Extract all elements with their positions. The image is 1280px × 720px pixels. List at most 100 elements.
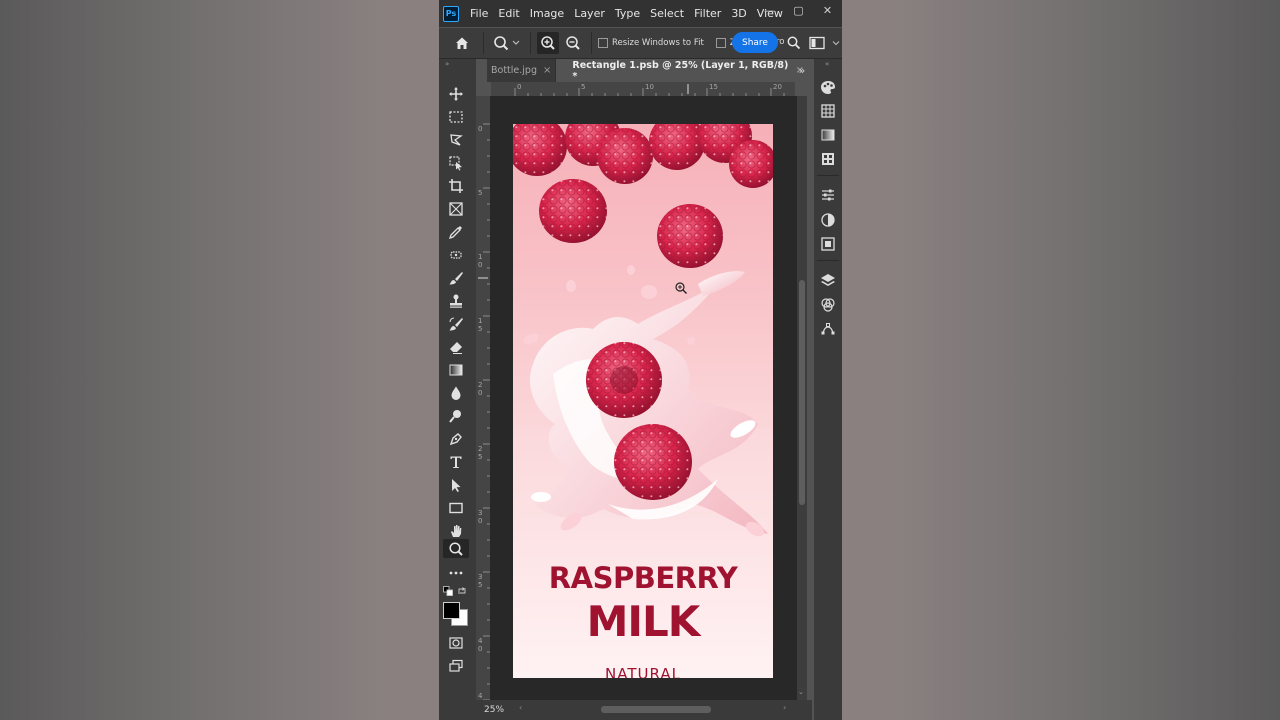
history-brush-tool-icon[interactable] [443, 314, 469, 333]
close-tab-icon[interactable]: × [543, 65, 551, 76]
scroll-right-icon[interactable]: › [783, 703, 786, 712]
product-subtitle: NATURAL [605, 665, 681, 678]
marquee-tool-icon[interactable] [443, 107, 469, 126]
hand-tool-icon[interactable] [443, 521, 469, 540]
brush-tool-icon[interactable] [443, 268, 469, 287]
move-tool-icon[interactable] [443, 84, 469, 103]
vertical-scroll-thumb[interactable] [799, 280, 805, 505]
ruler-label: 3 5 [478, 573, 483, 589]
gradient-tool-icon[interactable] [443, 360, 469, 379]
photoshop-logo: Ps [443, 5, 459, 22]
ruler-label: 10 [645, 83, 654, 91]
tab-bottle[interactable]: Bottle.jpg × [487, 59, 556, 82]
ruler-label: 20 [773, 83, 782, 91]
color-panel-icon[interactable] [819, 78, 837, 96]
gradients-panel-icon[interactable] [819, 126, 837, 144]
menu-image[interactable]: Image [525, 7, 569, 20]
swap-colors-icon[interactable] [457, 586, 467, 596]
restore-button[interactable]: ▢ [784, 0, 813, 20]
resize-windows-option[interactable]: Resize Windows to Fit [598, 38, 704, 48]
channels-panel-icon[interactable] [819, 296, 837, 314]
clone-stamp-tool-icon[interactable] [443, 291, 469, 310]
pen-tool-icon[interactable] [443, 429, 469, 448]
ruler-label: 4 0 [478, 637, 483, 653]
right-panel-dock: « [814, 59, 842, 720]
dodge-tool-icon[interactable] [443, 406, 469, 425]
properties-panel-icon[interactable] [819, 235, 837, 253]
menu-type[interactable]: Type [610, 7, 645, 20]
ruler-label: 3 0 [478, 509, 483, 525]
options-bar: Resize Windows to Fit Zo ro Share [439, 28, 842, 59]
raspberry-cluster [513, 124, 773, 188]
swatches-panel-icon[interactable] [819, 102, 837, 120]
screen-mode-icon[interactable] [443, 656, 469, 675]
menu-edit[interactable]: Edit [493, 7, 524, 20]
scroll-left-icon[interactable]: ‹ [519, 703, 522, 712]
tab-label: Rectangle 1.psb @ 25% (Layer 1, RGB/8) * [572, 59, 789, 82]
adjustments-panel-icon[interactable] [819, 186, 837, 204]
healing-brush-tool-icon[interactable] [443, 245, 469, 264]
search-icon[interactable] [786, 32, 802, 54]
eraser-tool-icon[interactable] [443, 337, 469, 356]
quick-mask-icon[interactable] [443, 633, 469, 652]
frame-tool-icon[interactable] [443, 199, 469, 218]
zoom-tool-preset-icon[interactable] [490, 32, 524, 54]
raspberry [657, 204, 723, 268]
foreground-color-swatch[interactable] [443, 602, 460, 619]
menu-3d[interactable]: 3D [726, 7, 751, 20]
crop-tool-icon[interactable] [443, 176, 469, 195]
tab-label: Bottle.jpg [491, 65, 537, 76]
expand-panels-icon[interactable]: » [792, 59, 812, 82]
minimize-button[interactable]: — [755, 0, 784, 20]
collapse-arrows-icon[interactable]: « [825, 60, 829, 68]
raspberry [586, 342, 662, 418]
collapse-arrows-icon[interactable]: » [445, 60, 449, 68]
product-title-line-2: MILK [586, 597, 701, 646]
rectangle-tool-icon[interactable] [443, 498, 469, 517]
resize-windows-label: Resize Windows to Fit [612, 38, 704, 48]
home-icon[interactable] [447, 32, 477, 54]
ruler-label: 5 [478, 189, 483, 197]
menu-select[interactable]: Select [645, 7, 689, 20]
chevron-down-icon[interactable] [831, 32, 841, 54]
horizontal-scroll-thumb[interactable] [601, 706, 711, 713]
patterns-panel-icon[interactable] [819, 150, 837, 168]
masks-panel-icon[interactable] [819, 211, 837, 229]
ruler-label: 2 5 [478, 445, 483, 461]
zoom-tool-icon[interactable] [443, 539, 469, 558]
blur-tool-icon[interactable] [443, 383, 469, 402]
raspberry [539, 179, 607, 243]
document-canvas[interactable]: RASPBERRY MILK NATURAL [513, 124, 773, 678]
layers-panel-icon[interactable] [819, 271, 837, 289]
menu-layer[interactable]: Layer [569, 7, 610, 20]
scroll-down-icon[interactable]: ⌄ [798, 688, 804, 696]
lasso-tool-icon[interactable] [443, 130, 469, 149]
zoom-in-icon[interactable] [537, 32, 559, 54]
menu-filter[interactable]: Filter [689, 7, 726, 20]
ruler-label: 2 0 [478, 381, 483, 397]
path-select-tool-icon[interactable] [443, 475, 469, 494]
separator [817, 175, 839, 176]
separator [817, 260, 839, 261]
vertical-scrollbar[interactable]: ⌄ [797, 96, 807, 706]
object-select-tool-icon[interactable] [443, 153, 469, 172]
menu-file[interactable]: File [465, 7, 493, 20]
close-button[interactable]: ✕ [813, 0, 842, 20]
paths-panel-icon[interactable] [819, 320, 837, 338]
more-tools-icon[interactable] [443, 563, 469, 582]
type-tool-icon[interactable] [443, 452, 469, 471]
zoom-level[interactable]: 25% [484, 705, 504, 715]
tab-rectangle[interactable]: Rectangle 1.psb @ 25% (Layer 1, RGB/8) *… [556, 59, 810, 82]
zoom-all-checkbox[interactable] [715, 38, 726, 48]
horizontal-scrollbar[interactable]: ‹ › [515, 703, 795, 714]
zoom-out-icon[interactable] [561, 32, 585, 54]
tools-panel: » [439, 59, 476, 720]
workspace-icon[interactable] [808, 32, 826, 54]
eyedropper-tool-icon[interactable] [443, 222, 469, 241]
share-button[interactable]: Share [732, 32, 778, 53]
raspberry [614, 424, 692, 500]
window-controls: — ▢ ✕ [755, 0, 842, 27]
resize-windows-checkbox[interactable] [598, 38, 608, 48]
ruler-label: 4 [478, 692, 483, 700]
default-colors-icon[interactable] [443, 586, 453, 596]
